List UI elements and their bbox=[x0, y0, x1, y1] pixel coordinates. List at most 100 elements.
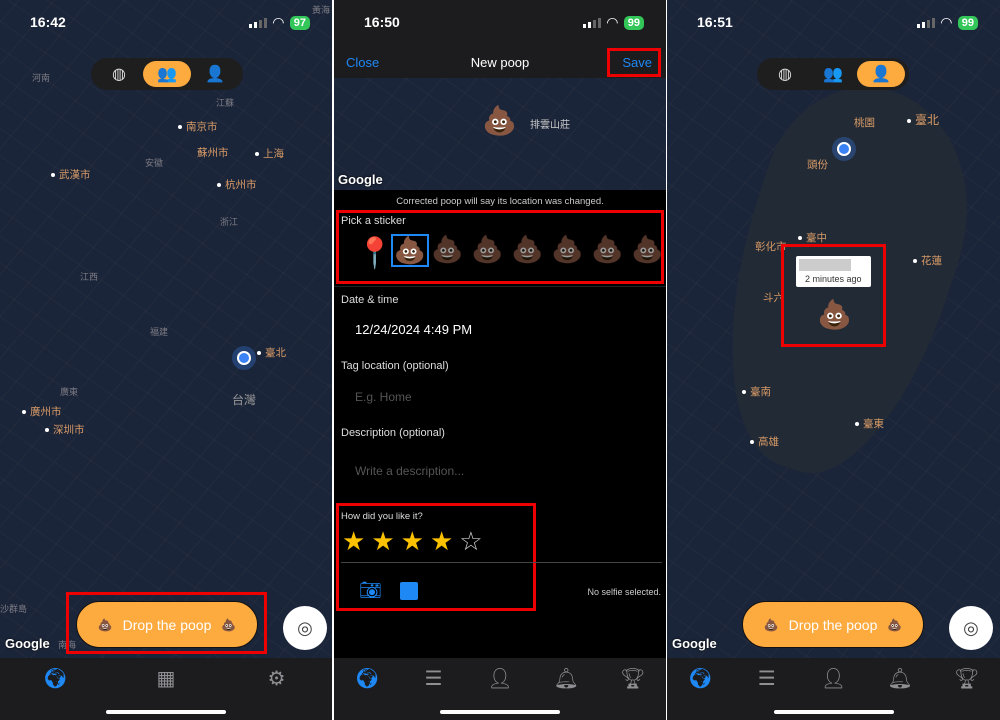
poop-icon: 💩 bbox=[97, 617, 113, 632]
clock: 16:51 bbox=[697, 14, 733, 30]
camera-icon[interactable]: 📷︎ bbox=[359, 580, 382, 601]
poop-icon: 💩 bbox=[221, 617, 237, 632]
poop-icon: 💩 bbox=[887, 617, 903, 632]
star-filled-icon[interactable]: ★ bbox=[371, 526, 394, 557]
map-pin-icon[interactable]: 📍 bbox=[356, 236, 393, 271]
map-mode-toggle[interactable]: ◍ 👥 👤 bbox=[91, 58, 243, 90]
map-city: 蘇州市 bbox=[197, 147, 229, 159]
person-icon[interactable]: 👤 bbox=[857, 61, 905, 87]
tag-location-input[interactable]: E.g. Home bbox=[355, 390, 412, 404]
map-city: 廣州市 bbox=[22, 404, 62, 419]
person-icon[interactable]: 👤 bbox=[191, 61, 239, 87]
map-city: 上海 bbox=[255, 146, 284, 161]
drop-poop-button[interactable]: 💩 Drop the poop 💩 bbox=[742, 601, 924, 648]
wifi-icon: ◠ bbox=[940, 14, 952, 30]
locate-button[interactable]: ◎ bbox=[283, 606, 327, 650]
status-bar: 16:51 ◠ 99 bbox=[667, 12, 1000, 34]
home-indicator bbox=[773, 710, 894, 714]
map-city: 杭州市 bbox=[217, 177, 257, 192]
sticker-option[interactable]: 💩 bbox=[591, 234, 629, 267]
map-city: 花蓮 bbox=[913, 253, 942, 268]
battery-icon: 99 bbox=[957, 15, 978, 30]
battery-icon: 97 bbox=[289, 15, 310, 30]
poop-marker[interactable]: 💩 bbox=[817, 298, 852, 331]
map-city: 南京市 bbox=[178, 119, 218, 134]
sticker-label: Pick a sticker bbox=[341, 215, 406, 227]
star-empty-icon[interactable]: ☆ bbox=[459, 526, 482, 557]
signal-icon bbox=[582, 17, 601, 28]
map-city: 臺北 bbox=[257, 345, 286, 360]
description-label: Description (optional) bbox=[341, 427, 445, 439]
map-label: 江西 bbox=[80, 272, 99, 282]
map-label: 河南 bbox=[32, 73, 51, 83]
screen-new-poop: 16:50 ◠ 99 Close New poop Save 💩 排雲山莊 Goo… bbox=[334, 0, 666, 720]
poop-tooltip[interactable]: 2 minutes ago bbox=[796, 256, 871, 287]
divider bbox=[334, 286, 666, 287]
nav-settings-icon[interactable]: ⚙ bbox=[262, 666, 292, 720]
status-bar: 16:42 ◠ 97 bbox=[0, 12, 332, 34]
map-label: 安徽 bbox=[145, 158, 164, 168]
description-input[interactable]: Write a description... bbox=[355, 464, 464, 478]
home-indicator bbox=[106, 710, 226, 714]
star-filled-icon[interactable]: ★ bbox=[430, 526, 453, 557]
sticker-option[interactable]: 💩 bbox=[431, 234, 469, 267]
star-filled-icon[interactable]: ★ bbox=[401, 526, 424, 557]
home-indicator bbox=[440, 710, 560, 714]
status-bar: 16:50 ◠ 99 bbox=[334, 0, 666, 45]
google-logo: Google bbox=[338, 172, 383, 187]
friends-icon[interactable]: 👥 bbox=[143, 61, 191, 87]
map-mode-toggle[interactable]: ◍ 👥 👤 bbox=[757, 58, 909, 90]
star-filled-icon[interactable]: ★ bbox=[342, 526, 365, 557]
map-label: 黃海 bbox=[312, 5, 331, 15]
blurred-username bbox=[799, 259, 851, 271]
tooltip-time: 2 minutes ago bbox=[805, 274, 862, 284]
current-location-pin bbox=[837, 142, 851, 156]
location-map[interactable]: 💩 排雲山莊 Google bbox=[334, 78, 666, 190]
screen-personal-map: 16:51 ◠ 99 ◍ 👥 👤 桃園 臺北 頭份 臺中 彰化市 花蓮 斗六 臺南… bbox=[667, 0, 1000, 720]
nav-globe-icon[interactable]: 🌍︎ bbox=[352, 666, 382, 720]
poop-icon: 💩 bbox=[763, 617, 779, 632]
nav-trophy-icon[interactable]: 🏆︎ bbox=[952, 666, 982, 720]
date-label: Date & time bbox=[341, 294, 399, 306]
location-notice: Corrected poop will say its location was… bbox=[396, 196, 604, 207]
sticker-option[interactable]: 💩 bbox=[551, 234, 589, 267]
map-city: 武漢市 bbox=[51, 167, 91, 182]
globe-icon[interactable]: ◍ bbox=[761, 61, 809, 87]
map-city: 臺東 bbox=[855, 416, 884, 431]
nav-globe-icon[interactable]: 🌍︎ bbox=[685, 666, 715, 720]
sticker-option[interactable]: 💩 bbox=[471, 234, 509, 267]
crosshair-icon: ◎ bbox=[963, 617, 979, 638]
wifi-icon: ◠ bbox=[606, 14, 618, 30]
gallery-icon[interactable] bbox=[400, 582, 418, 600]
map-label: 江蘇 bbox=[216, 98, 235, 108]
map-city: 臺南 bbox=[742, 384, 771, 399]
sticker-option-selected[interactable]: 💩 bbox=[391, 234, 429, 267]
current-location-pin bbox=[237, 351, 251, 365]
crosshair-icon: ◎ bbox=[297, 617, 313, 638]
sticker-option[interactable]: 💩 bbox=[631, 234, 666, 267]
friends-icon[interactable]: 👥 bbox=[809, 61, 857, 87]
date-time-field[interactable]: 12/24/2024 4:49 PM bbox=[355, 322, 472, 337]
drop-poop-button[interactable]: 💩 Drop the poop 💩 bbox=[76, 601, 258, 648]
sticker-option[interactable]: 💩 bbox=[511, 234, 549, 267]
locate-button[interactable]: ◎ bbox=[949, 606, 993, 650]
nav-trophy-icon[interactable]: 🏆︎ bbox=[618, 666, 648, 720]
divider bbox=[341, 562, 662, 563]
map-city: 臺中 bbox=[798, 230, 827, 245]
selfie-status: No selfie selected. bbox=[587, 587, 661, 597]
map-city: 桃園 bbox=[854, 117, 875, 129]
sticker-list: 💩 💩 💩 💩 💩 💩 💩 bbox=[391, 234, 666, 267]
clock: 16:42 bbox=[30, 14, 66, 30]
highlight-box bbox=[607, 48, 661, 77]
battery-icon: 99 bbox=[623, 15, 644, 30]
globe-icon[interactable]: ◍ bbox=[95, 61, 143, 87]
rating-label: How did you like it? bbox=[341, 511, 423, 522]
nav-globe-icon[interactable]: 🌍︎ bbox=[40, 666, 70, 720]
map-city: 頭份 bbox=[807, 159, 828, 171]
map-label: 福建 bbox=[150, 327, 169, 337]
tag-label: Tag location (optional) bbox=[341, 360, 449, 372]
drop-poop-label: Drop the poop bbox=[788, 616, 878, 633]
star-rating[interactable]: ★ ★ ★ ★ ☆ bbox=[342, 526, 483, 557]
map-label: 浙江 bbox=[220, 217, 239, 227]
poop-marker: 💩 bbox=[482, 105, 517, 136]
